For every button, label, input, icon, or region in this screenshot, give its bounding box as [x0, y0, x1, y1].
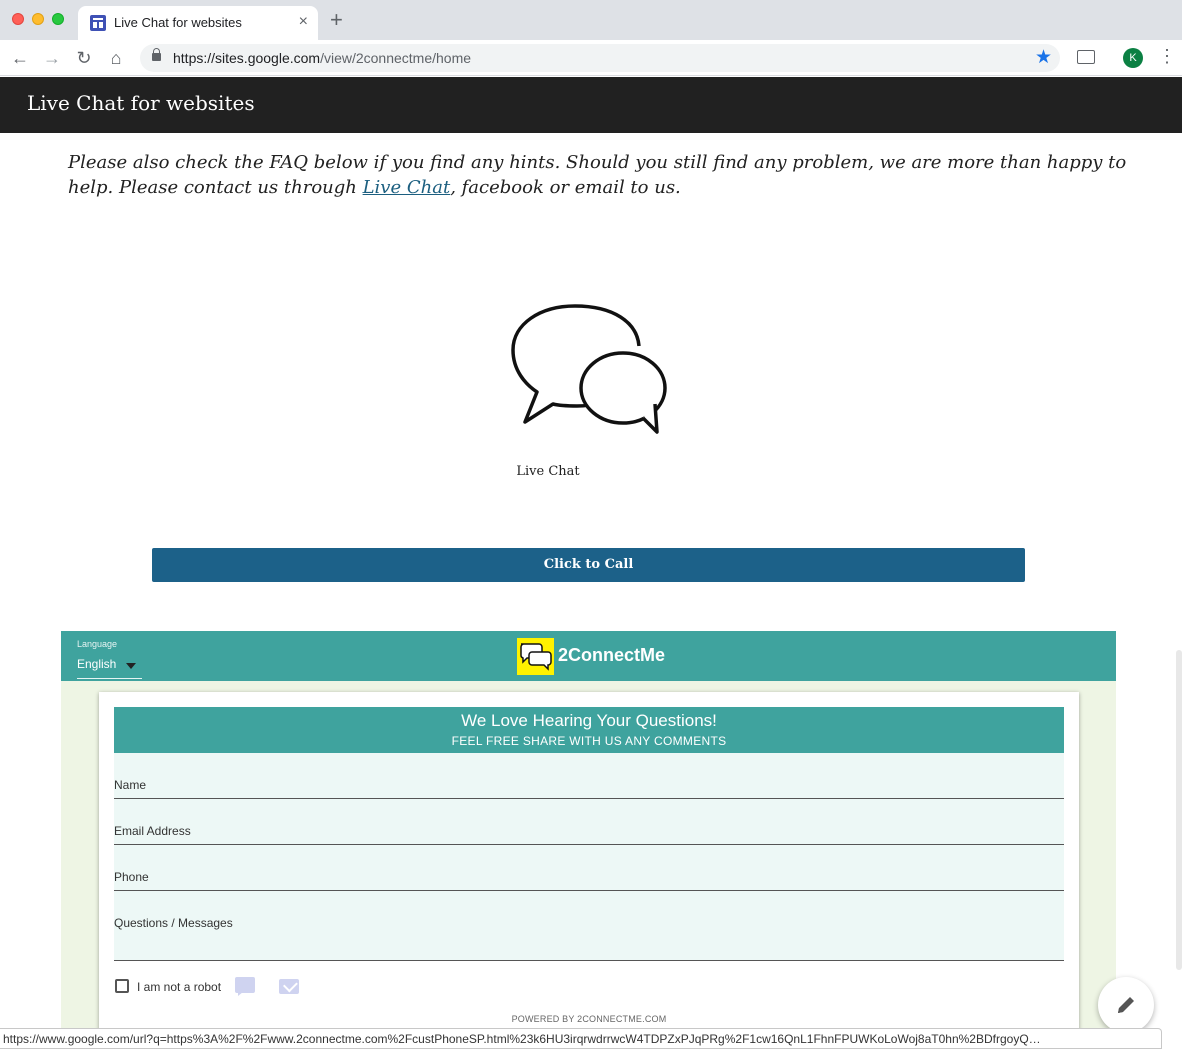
- live-chat-link[interactable]: Live Chat: [363, 177, 451, 198]
- language-label: Language: [77, 639, 118, 649]
- contact-widget: Language English 2ConnectMe We Love Hear…: [61, 631, 1116, 1049]
- form-subtitle: FEEL FREE SHARE WITH US ANY COMMENTS: [451, 734, 727, 748]
- address-bar[interactable]: https://sites.google.com/view/2connectme…: [140, 44, 1060, 72]
- mail-icon[interactable]: [279, 979, 299, 994]
- form-header: We Love Hearing Your Questions! FEEL FRE…: [114, 707, 1064, 753]
- widget-header: Language English 2ConnectMe: [61, 631, 1116, 681]
- link-status-bar: https://www.google.com/url?q=https%3A%2F…: [0, 1028, 1162, 1049]
- site-header: Live Chat for websites: [0, 77, 1182, 133]
- name-field[interactable]: Name: [114, 753, 1064, 799]
- pencil-icon: [1118, 997, 1134, 1013]
- url-text[interactable]: https://sites.google.com/view/2connectme…: [173, 50, 471, 66]
- google-sites-icon: [90, 15, 106, 31]
- tab-close-icon[interactable]: ×: [299, 13, 308, 31]
- name-label: Name: [114, 778, 147, 792]
- contact-form: We Love Hearing Your Questions! FEEL FRE…: [99, 692, 1079, 1049]
- avatar[interactable]: K: [1123, 48, 1143, 68]
- back-icon[interactable]: ←: [8, 46, 32, 70]
- dropdown-caret-icon: [126, 663, 136, 669]
- brand-name: 2ConnectMe: [558, 645, 666, 665]
- email-field[interactable]: Email Address: [114, 799, 1064, 845]
- phone-label: Phone: [114, 870, 149, 884]
- intro-paragraph: Please also check the FAQ below if you f…: [68, 152, 1127, 198]
- brand-logo: [517, 638, 554, 675]
- minimize-window-button[interactable]: [32, 13, 44, 25]
- message-field[interactable]: Questions / Messages: [114, 891, 1064, 961]
- click-to-call-button[interactable]: Click to Call: [152, 548, 1025, 582]
- language-select[interactable]: English: [77, 657, 142, 679]
- tab-title: Live Chat for websites: [114, 15, 242, 30]
- email-label: Email Address: [114, 824, 191, 838]
- chat-bubbles-icon[interactable]: [505, 300, 675, 440]
- live-chat-caption: Live Chat: [516, 464, 580, 479]
- message-icon[interactable]: [235, 977, 255, 996]
- edit-button[interactable]: [1098, 977, 1154, 1033]
- reload-icon[interactable]: ↻: [72, 46, 96, 70]
- message-label: Questions / Messages: [114, 916, 233, 930]
- bookmark-star-icon[interactable]: ★: [1035, 46, 1052, 69]
- home-icon[interactable]: ⌂: [104, 46, 128, 70]
- cast-icon[interactable]: [1077, 50, 1095, 64]
- robot-checkbox[interactable]: [115, 979, 129, 993]
- site-title[interactable]: Live Chat for websites: [27, 91, 255, 115]
- maximize-window-button[interactable]: [52, 13, 64, 25]
- new-tab-button[interactable]: +: [330, 8, 343, 32]
- forward-icon[interactable]: →: [40, 46, 64, 70]
- phone-field[interactable]: Phone: [114, 845, 1064, 891]
- browser-toolbar: ← → ↻ ⌂ https://sites.google.com/view/2c…: [0, 40, 1182, 76]
- browser-tab-bar: Live Chat for websites × +: [0, 0, 1182, 40]
- browser-tab[interactable]: Live Chat for websites ×: [78, 6, 318, 40]
- close-window-button[interactable]: [12, 13, 24, 25]
- lock-icon[interactable]: [152, 48, 161, 61]
- robot-label: I am not a robot: [137, 980, 222, 994]
- page-scrollbar[interactable]: [1176, 650, 1182, 970]
- powered-by: POWERED BY 2CONNECTME.COM: [511, 1014, 667, 1024]
- form-title: We Love Hearing Your Questions!: [461, 711, 717, 730]
- browser-menu-icon[interactable]: ⋮: [1158, 46, 1176, 67]
